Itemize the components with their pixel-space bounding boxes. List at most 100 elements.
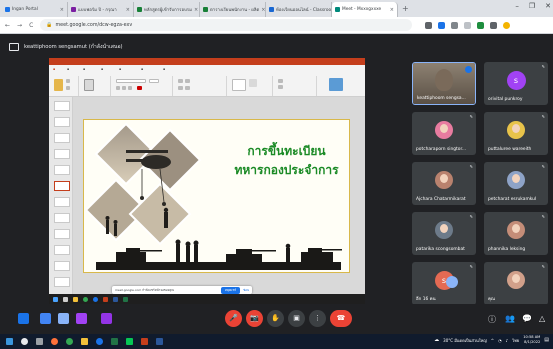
captions-icon[interactable] [18,313,29,324]
new-tab-button[interactable]: + [402,2,409,17]
ribbon-tab-design[interactable]: ▪ [101,67,103,71]
tab-close-icon[interactable]: × [194,7,198,13]
reload-icon[interactable]: C [29,22,33,29]
browser-tab[interactable]: Meet - Mxxxgxxxe × [332,2,398,17]
ribbon-tab-animations[interactable]: ▪ [141,67,143,71]
ribbon-tab-file[interactable]: ▪ [53,67,55,71]
font-color-icon[interactable] [137,86,142,90]
participant-tile[interactable]: ✎ patarika scongsombat [412,212,476,255]
align-left-icon[interactable] [178,86,183,90]
mic-off-button[interactable]: 🎤 [225,310,242,327]
extension-tool-icon[interactable] [101,313,112,324]
screen-share-tool-icon[interactable] [40,313,51,324]
minimize-button[interactable]: – [515,2,519,10]
weather-icon[interactable]: ☁ [434,337,439,343]
network-icon[interactable]: ◔ [498,338,502,343]
browser-tab[interactable]: หลักสูตรผู้เข้ารับการอบรม × [134,2,200,17]
ribbon-tab-insert[interactable]: ▪ [83,67,85,71]
notification-icon[interactable]: ▤ [544,337,549,343]
activities-shapes-icon[interactable]: △ [539,314,545,323]
profile-avatar[interactable] [503,21,511,29]
find-icon[interactable] [278,79,283,83]
paste-icon[interactable] [54,79,63,91]
file-explorer-icon[interactable] [81,338,88,345]
browser-tab[interactable]: แบบฟอร์ม ปี - กรุณา × [68,2,134,17]
ribbon-tab-home[interactable]: ▪ [67,67,69,71]
slide-thumbnail[interactable] [54,165,70,175]
excel-icon[interactable] [111,338,118,345]
slide-thumbnail[interactable] [54,245,70,255]
powerpoint-icon[interactable] [141,338,148,345]
activities-icon[interactable] [76,313,87,324]
new-slide-icon[interactable] [84,79,94,91]
weather-text[interactable]: 30°C มีแดดเป็นส่วนใหญ่ [443,337,487,344]
volume-icon[interactable]: ♪ [506,338,509,343]
camera-extension-icon[interactable] [425,21,433,29]
leave-call-button[interactable]: ☎ [330,310,352,327]
windows-start-icon[interactable] [6,338,13,345]
tab-close-icon[interactable]: × [261,7,265,13]
chat-icon[interactable]: 💬 [522,314,532,323]
bullets-icon[interactable] [178,79,183,83]
design-ideas-icon[interactable] [329,78,343,91]
camera-off-button[interactable]: 📷 [246,310,263,327]
url-input[interactable]: 🔒 meet.google.com/dcw-egza-exv [40,19,413,31]
people-icon[interactable]: 👥 [505,314,515,323]
more-options-button[interactable]: ⋮ [309,310,326,327]
participant-tile[interactable]: ✎ petcharat esrukamkul [484,162,548,205]
slide-thumbnail[interactable] [54,229,70,239]
meet-extension-icon[interactable] [477,21,485,29]
browser-tab[interactable]: ห้องเรียนออนไลน์ - Classroom× [266,2,332,17]
font-size-select[interactable] [149,79,159,83]
browser-tab[interactable]: Ingan Portal × [2,2,68,17]
cut-icon[interactable] [66,79,70,83]
slide-thumbnail[interactable] [54,133,70,143]
italic-icon[interactable] [122,86,126,90]
puzzle-extension-icon[interactable] [490,21,498,29]
forward-arrow-icon[interactable]: → [17,22,22,29]
language-indicator[interactable]: ไทย [512,337,519,344]
align-center-icon[interactable] [185,86,190,90]
firefox-icon[interactable] [51,338,58,345]
font-name-select[interactable] [116,79,146,83]
participant-tile[interactable]: keattiphoom sengsa... [412,62,476,105]
stop-sharing-button[interactable]: หยุดแชร์ [220,286,241,294]
chrome-icon[interactable] [66,338,73,345]
share-extension-icon[interactable] [451,21,459,29]
participant-tile[interactable]: ✎ คุณ [484,262,548,305]
star-icon[interactable] [464,21,472,29]
ribbon-tab-slideshow[interactable]: ▪ [163,67,165,71]
browser-tab[interactable]: ตารางเรียนพนักงาน - ผลิต × [200,2,266,17]
ribbon-tab-transitions[interactable]: ▪ [119,67,121,71]
shapes-gallery[interactable] [232,79,246,91]
clock[interactable]: 10:58 AM 8/1/2022 [523,335,540,345]
slide-thumbnail[interactable] [54,277,70,287]
participant-tile[interactable]: ✎ potcharaporn singtor... [412,112,476,155]
tab-close-icon[interactable]: × [126,7,130,13]
translate-extension-icon[interactable] [438,21,446,29]
present-now-button[interactable]: ▣ [288,310,305,327]
bold-icon[interactable] [116,86,120,90]
participant-tile[interactable]: s ✎ อีก 16 คน [412,262,476,305]
slide-thumbnail[interactable] [54,149,70,159]
participant-tile[interactable]: s ✎ orivital punkroy [484,62,548,105]
slide-thumbnail[interactable] [54,117,70,127]
slide-thumbnail[interactable] [54,213,70,223]
hide-banner-button[interactable]: ซ่อน [243,288,249,293]
search-icon[interactable] [21,338,28,345]
task-view-icon[interactable] [36,338,43,345]
participant-tile[interactable]: ✎ Ajchara Chatarmikarat [412,162,476,205]
word-icon[interactable] [156,338,163,345]
back-arrow-icon[interactable]: ← [5,22,10,29]
arrange-icon[interactable] [249,79,257,87]
tab-close-icon[interactable]: × [390,7,394,13]
slide-thumbnail[interactable] [54,101,70,111]
whiteboard-icon[interactable] [58,313,69,324]
edge-icon[interactable] [96,338,103,345]
underline-icon[interactable] [128,86,132,90]
slide-thumbnail[interactable] [54,261,70,271]
participant-tile[interactable]: ✎ puttaluree wareeith [484,112,548,155]
numbering-icon[interactable] [185,79,190,83]
line-icon[interactable] [126,338,133,345]
copy-icon[interactable] [66,86,70,90]
